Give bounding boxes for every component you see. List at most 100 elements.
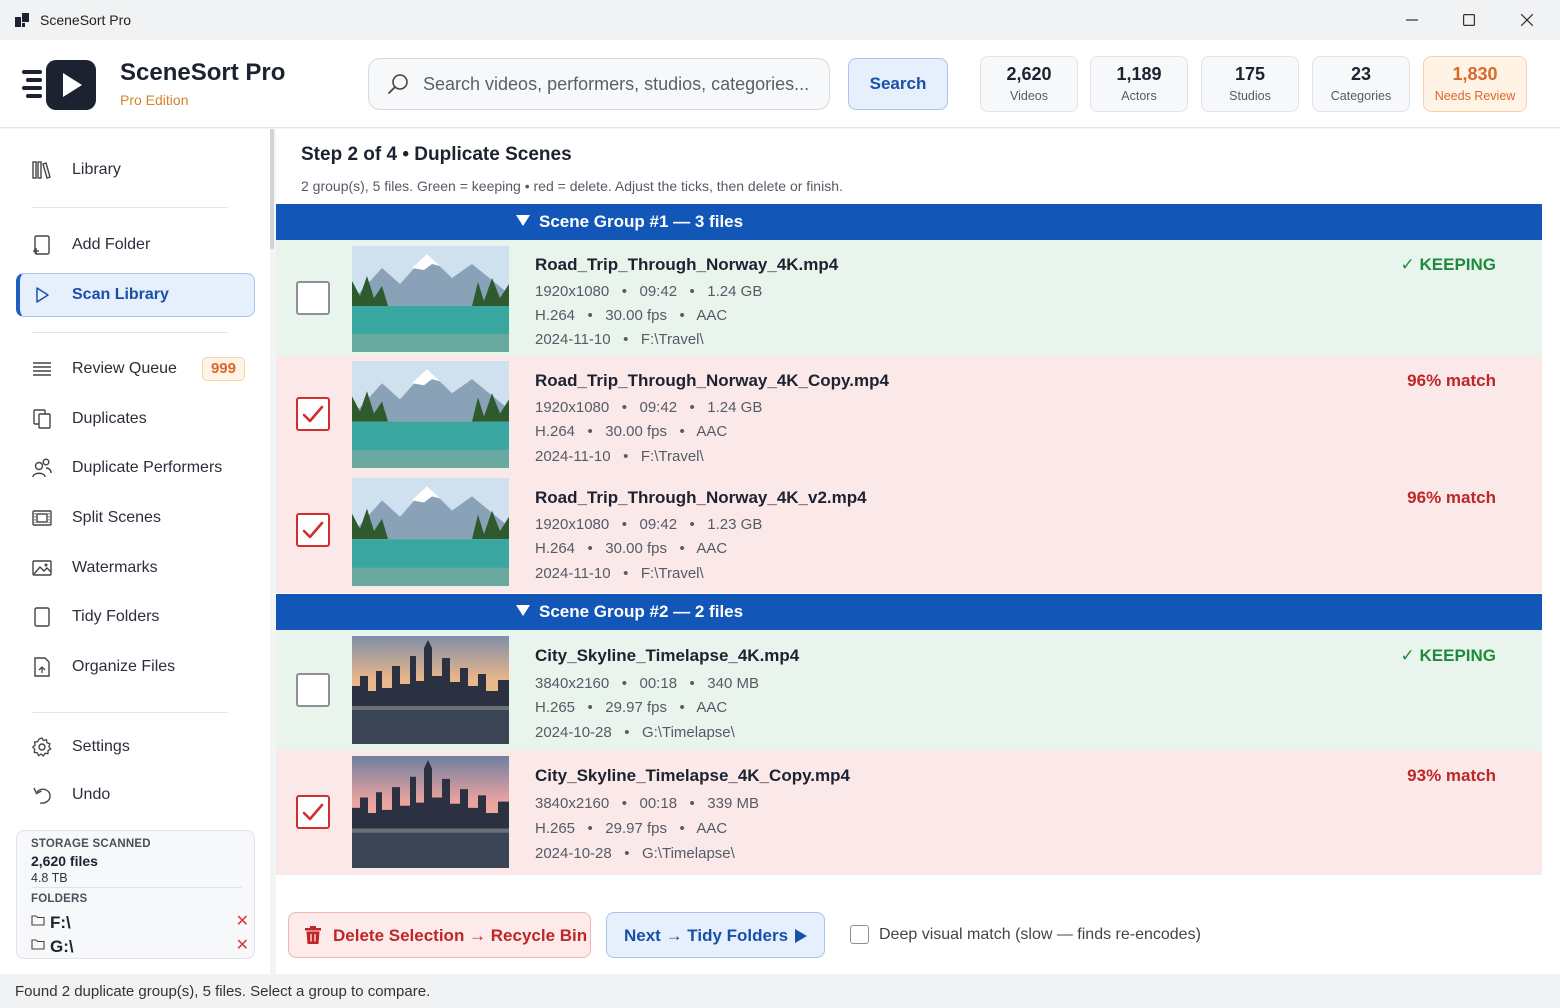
city-skyline-thumbnail [352, 636, 509, 744]
sidebar-item-label: Review Queue [72, 360, 177, 377]
search-button[interactable]: Search [848, 58, 948, 110]
file-meta-resolution: 1920x1080 • 09:42 • 1.24 GB [535, 399, 763, 416]
close-window-button[interactable] [1507, 6, 1547, 34]
stat-categories[interactable]: 23 Categories [1312, 56, 1410, 112]
delete-selection-button[interactable]: Delete Selection → Recycle Bin [288, 912, 591, 958]
mountain-lake-thumbnail [352, 361, 509, 468]
sidebar-item-undo[interactable]: Undo [16, 773, 255, 817]
delete-checkbox[interactable] [296, 281, 330, 315]
stat-actors[interactable]: 1,189 Actors [1090, 56, 1188, 112]
deep-visual-match-checkbox[interactable] [850, 925, 869, 944]
keeping-status: ✓ KEEPING [1400, 255, 1496, 274]
sidebar-item-watermarks[interactable]: Watermarks [16, 546, 255, 590]
app-header: SceneSort Pro Pro Edition Search 2,620 V… [0, 40, 1560, 128]
people-icon [31, 457, 53, 479]
sidebar-divider [32, 332, 228, 333]
sidebar-item-duplicate-performers[interactable]: Duplicate Performers [16, 446, 255, 490]
stat-value: 2,620 [1006, 64, 1052, 84]
stat-label: Needs Review [1434, 89, 1516, 103]
next-button-label: Next → Tidy Folders [624, 926, 789, 945]
delete-selection-label: Delete Selection → Recycle Bin [333, 926, 588, 945]
undo-icon [31, 784, 53, 806]
sidebar-item-label: Undo [72, 786, 111, 803]
file-name: Road_Trip_Through_Norway_4K.mp4 [535, 255, 839, 274]
sidebar-divider [32, 207, 228, 208]
file-row[interactable]: Road_Trip_Through_Norway_4K_Copy.mp4 192… [276, 356, 1542, 473]
sidebar-item-organize-files[interactable]: Organize Files [16, 645, 255, 689]
match-status: 93% match [1407, 766, 1496, 785]
file-row[interactable]: Road_Trip_Through_Norway_4K.mp4 1920x108… [276, 240, 1542, 356]
file-meta-path: 2024-10-28 • G:\Timelapse\ [535, 724, 735, 741]
stat-label: Categories [1330, 89, 1392, 103]
city-skyline-thumbnail [352, 756, 509, 868]
play-arrow-icon [795, 929, 807, 943]
file-name: Road_Trip_Through_Norway_4K_v2.mp4 [535, 488, 867, 507]
search-input[interactable] [423, 73, 823, 95]
folder-icon [31, 915, 45, 926]
sidebar-item-split-scenes[interactable]: Split Scenes [16, 496, 255, 540]
maximize-button[interactable] [1449, 6, 1489, 34]
sidebar-item-label: Duplicates [72, 410, 147, 427]
match-status: 96% match [1407, 371, 1496, 390]
match-status: 96% match [1407, 488, 1496, 507]
mountain-lake-thumbnail [352, 478, 509, 586]
file-meta-codec: H.264 • 30.00 fps • AAC [535, 423, 728, 440]
stat-videos[interactable]: 2,620 Videos [980, 56, 1078, 112]
file-row[interactable]: Road_Trip_Through_Norway_4K_v2.mp4 1920x… [276, 473, 1542, 593]
delete-checkbox-checked[interactable] [296, 795, 330, 829]
sidebar-item-settings[interactable]: Settings [16, 725, 255, 769]
status-text: Found 2 duplicate group(s), 5 files. Sel… [15, 983, 431, 1000]
next-tidy-folders-button[interactable]: Next → Tidy Folders [606, 912, 825, 958]
stat-value: 1,189 [1116, 64, 1162, 84]
library-icon [31, 159, 53, 181]
sidebar-item-add-folder[interactable]: Add Folder [16, 223, 255, 267]
sidebar-item-label: Library [72, 161, 121, 178]
sidebar-scrollbar[interactable] [270, 129, 274, 249]
storage-divider [31, 887, 242, 888]
storage-size: 4.8 TB [31, 871, 68, 885]
sidebar-divider [32, 712, 228, 713]
storage-files: 2,620 files [31, 853, 98, 869]
group-header[interactable]: Scene Group #1 — 3 files [276, 204, 1542, 240]
sidebar-item-duplicates[interactable]: Duplicates [16, 397, 255, 441]
stat-needs-review[interactable]: 1,830 Needs Review [1423, 56, 1527, 112]
step-title: Step 2 of 4 • Duplicate Scenes [301, 144, 572, 165]
delete-checkbox-checked[interactable] [296, 397, 330, 431]
app-name: SceneSort Pro [120, 59, 286, 86]
folder-row: G:\ ✕ [31, 935, 249, 956]
film-icon [31, 507, 53, 529]
status-bar: Found 2 duplicate group(s), 5 files. Sel… [0, 974, 1560, 1008]
group-header[interactable]: Scene Group #2 — 2 files [276, 594, 1542, 630]
app-logo-icon [22, 60, 96, 110]
folder-name: G:\ [50, 937, 74, 956]
delete-checkbox-checked[interactable] [296, 513, 330, 547]
remove-folder-button[interactable]: ✕ [236, 911, 249, 931]
stat-label: Videos [1010, 89, 1048, 103]
file-row[interactable]: City_Skyline_Timelapse_4K.mp4 3840x2160 … [276, 630, 1542, 750]
minimize-button[interactable] [1392, 6, 1432, 34]
step-subtitle: 2 group(s), 5 files. Green = keeping • r… [301, 178, 843, 194]
maximize-icon [1463, 14, 1475, 26]
file-row[interactable]: City_Skyline_Timelapse_4K_Copy.mp4 3840x… [276, 750, 1542, 875]
collapse-triangle-icon [516, 605, 530, 616]
group-title: Scene Group #1 — 3 files [539, 212, 744, 231]
file-meta-codec: H.265 • 29.97 fps • AAC [535, 820, 728, 837]
delete-checkbox[interactable] [296, 673, 330, 707]
file-meta-codec: H.264 • 30.00 fps • AAC [535, 307, 728, 324]
sidebar-item-scan-library[interactable]: Scan Library [16, 273, 255, 317]
stat-studios[interactable]: 175 Studios [1201, 56, 1299, 112]
remove-folder-button[interactable]: ✕ [236, 935, 249, 955]
stat-label: Studios [1229, 89, 1271, 103]
copy-icon [31, 408, 53, 430]
deep-visual-match-label: Deep visual match (slow — finds re-encod… [879, 926, 1201, 943]
sidebar-item-review-queue[interactable]: Review Queue 999 [16, 347, 255, 391]
file-meta-path: 2024-11-10 • F:\Travel\ [535, 331, 704, 348]
sidebar-item-label: Add Folder [72, 236, 151, 253]
review-count-badge: 999 [201, 357, 245, 381]
sidebar-item-tidy-folders[interactable]: Tidy Folders [16, 595, 255, 639]
main-panel: Step 2 of 4 • Duplicate Scenes 2 group(s… [276, 129, 1560, 974]
search-box[interactable] [368, 58, 830, 110]
mountain-lake-thumbnail [352, 246, 509, 352]
file-name: City_Skyline_Timelapse_4K.mp4 [535, 646, 800, 665]
sidebar-item-library[interactable]: Library [16, 148, 255, 192]
